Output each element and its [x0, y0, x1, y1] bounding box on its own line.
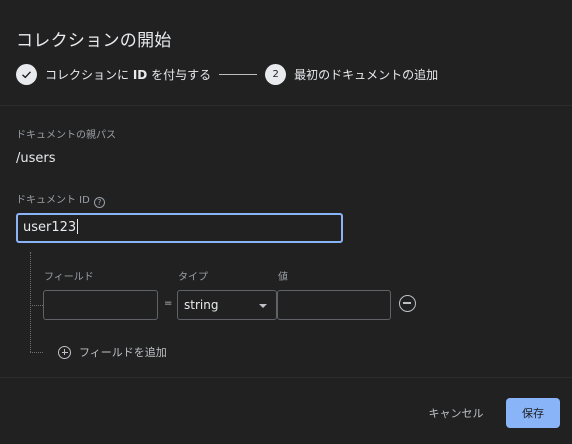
parent-path-label: ドキュメントの親パス — [16, 130, 116, 141]
tree-connector-field — [30, 305, 43, 306]
field-name-input[interactable] — [43, 290, 158, 320]
type-select-value: string — [184, 298, 219, 312]
stepper-connector — [219, 73, 258, 75]
add-circle-icon — [58, 345, 71, 359]
step1-label-prefix: コレクションに — [45, 67, 130, 82]
step2-number-badge: 2 — [265, 63, 287, 85]
tree-connector-add — [30, 352, 43, 353]
document-id-value: user123 — [23, 220, 77, 235]
stepper: コレクションに ID を付与する 2 最初のドキュメントの追加 — [16, 63, 438, 85]
help-icon[interactable]: ? — [93, 197, 105, 208]
header-divider — [0, 105, 572, 106]
doc-id-label: ドキュメント ID — [16, 195, 90, 206]
remove-field-icon[interactable] — [399, 295, 416, 312]
type-column-header: タイプ — [178, 272, 208, 283]
doc-id-label-row: ドキュメント ID? — [16, 191, 105, 208]
text-caret — [77, 219, 79, 234]
step1-label-bold: ID — [132, 67, 148, 82]
tree-connector-vertical — [30, 252, 31, 352]
field-column-header: フィールド — [44, 272, 94, 283]
add-field-button[interactable]: フィールドを追加 — [58, 344, 167, 360]
step1-label-suffix: を付与する — [151, 67, 212, 82]
cancel-button[interactable]: キャンセル — [418, 398, 494, 428]
check-icon — [22, 70, 32, 78]
value-column-header: 値 — [278, 272, 288, 283]
step1-label[interactable]: コレクションに ID を付与する — [45, 66, 211, 83]
parent-path-value: /users — [16, 151, 56, 166]
step2-label: 最初のドキュメントの追加 — [294, 67, 439, 82]
document-id-input[interactable]: user123 — [16, 213, 343, 243]
start-collection-dialog: コレクションの開始 コレクションに ID を付与する 2 最初のドキュメントの追… — [0, 0, 572, 444]
add-field-label: フィールドを追加 — [79, 346, 167, 359]
equals-sign: = — [164, 298, 173, 309]
save-button[interactable]: 保存 — [506, 398, 560, 428]
step-complete-check-icon[interactable] — [16, 63, 37, 85]
field-value-input[interactable] — [277, 290, 391, 320]
type-select[interactable]: string — [177, 290, 277, 320]
dialog-title: コレクションの開始 — [16, 31, 172, 51]
dropdown-arrow-icon — [259, 304, 267, 308]
footer-divider — [0, 377, 572, 378]
